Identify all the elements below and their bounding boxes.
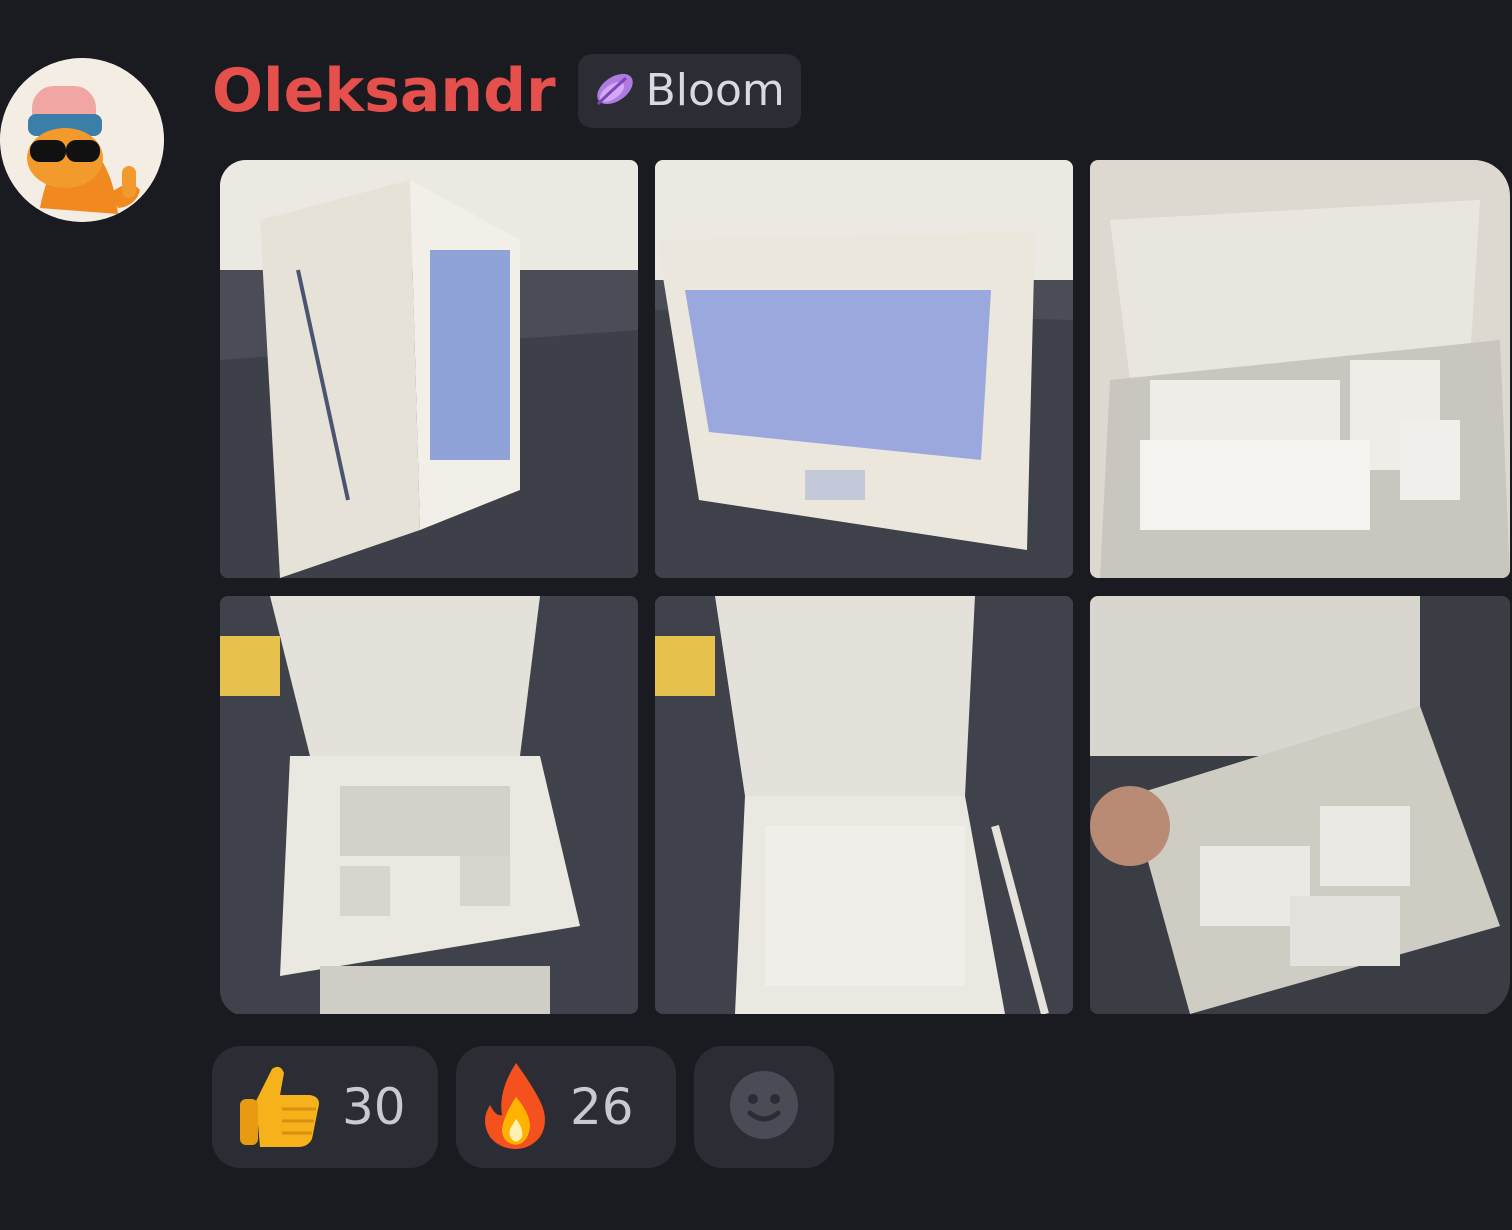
reactions-bar: 30 26	[212, 1046, 834, 1168]
badge-label: Bloom	[645, 65, 785, 116]
gallery-image[interactable]	[655, 160, 1073, 578]
purple-flower-icon	[592, 66, 638, 116]
fire-icon	[480, 1061, 552, 1153]
image-gallery	[220, 160, 1510, 1016]
gallery-image[interactable]	[220, 160, 638, 578]
role-badge[interactable]: Bloom	[577, 54, 801, 128]
message-header: Oleksandr Bloom	[212, 54, 801, 128]
gallery-image[interactable]	[1090, 160, 1510, 578]
author-name[interactable]: Oleksandr	[212, 61, 556, 121]
avatar[interactable]	[0, 58, 164, 222]
smiley-add-icon	[728, 1069, 800, 1145]
reaction-thumbs-up[interactable]: 30	[212, 1046, 438, 1168]
gallery-image[interactable]	[1090, 596, 1510, 1014]
reaction-count: 26	[570, 1078, 634, 1136]
add-reaction-button[interactable]	[694, 1046, 834, 1168]
gallery-image[interactable]	[220, 596, 638, 1014]
reaction-fire[interactable]: 26	[456, 1046, 676, 1168]
thumbs-up-icon	[236, 1059, 324, 1155]
reaction-count: 30	[342, 1078, 406, 1136]
gallery-image[interactable]	[655, 596, 1073, 1014]
